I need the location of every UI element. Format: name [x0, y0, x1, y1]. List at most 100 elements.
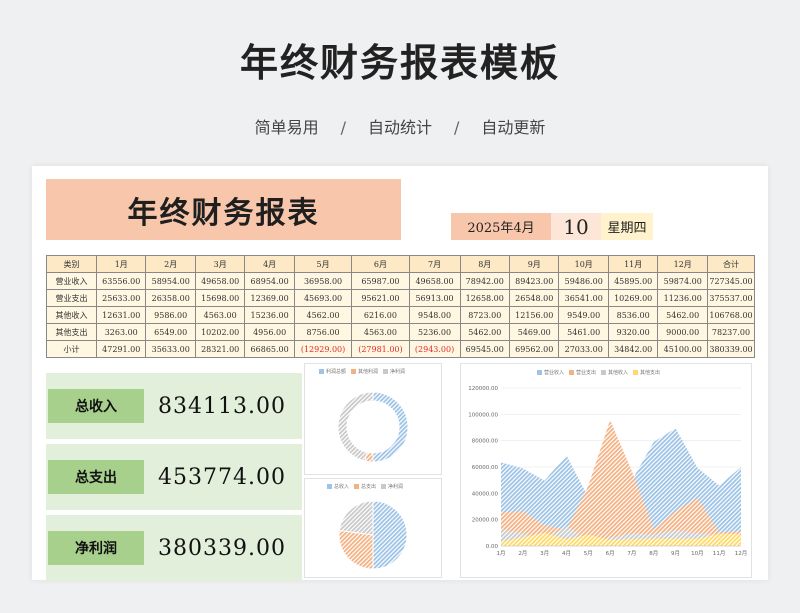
table-cell[interactable]: 9320.00 [607, 323, 659, 341]
table-cell[interactable]: 12369.00 [244, 289, 295, 307]
table-cell[interactable]: 727345.00 [707, 272, 755, 290]
table-header-cell: 10月 [558, 255, 609, 273]
table-cell[interactable]: 78942.00 [459, 272, 511, 290]
table-cell[interactable]: 380339.00 [707, 340, 755, 358]
date-day-cell[interactable]: 10 [551, 213, 601, 240]
table-cell[interactable]: 4563.00 [194, 306, 246, 324]
table-cell[interactable]: 375537.00 [707, 289, 755, 307]
slice-0 [372, 500, 408, 570]
table-cell[interactable]: 5461.00 [558, 323, 609, 341]
stat-total-expense: 总支出 453774.00 [46, 444, 302, 510]
table-cell[interactable]: 69562.00 [508, 340, 560, 358]
table-cell[interactable]: 36958.00 [293, 272, 353, 290]
table-header-cell: 12月 [657, 255, 708, 273]
table-cell[interactable]: 56913.00 [408, 289, 461, 307]
finance-table: 类别 1月 2月 3月 4月 5月 6月 7月 8月 9月 10月 11月 12月 合计 营业收入 6355… [46, 255, 755, 358]
table-cell[interactable]: 45100.00 [657, 340, 708, 358]
table-cell[interactable]: 28321.00 [194, 340, 246, 358]
table-cell[interactable]: 59486.00 [558, 272, 609, 290]
table-cell[interactable]: 49658.00 [408, 272, 461, 290]
table-cell[interactable]: 45895.00 [607, 272, 659, 290]
table-cell[interactable]: 35633.00 [145, 340, 196, 358]
table-cell[interactable]: (12929.00) [293, 340, 353, 358]
slice-0 [372, 391, 409, 463]
table-cell[interactable]: 66865.00 [244, 340, 295, 358]
table-header-row: 类别 1月 2月 3月 4月 5月 6月 7月 8月 9月 10月 11月 12月 合计 [46, 255, 755, 273]
table-cell[interactable]: 58954.00 [145, 272, 196, 290]
table-cell[interactable]: 8536.00 [607, 306, 659, 324]
table-cell[interactable]: 12658.00 [459, 289, 511, 307]
table-cell[interactable]: 6549.00 [145, 323, 196, 341]
spreadsheet-preview: 年终财务报表 2025年4月 10 星期四 类别 1月 2月 3月 4月 5月 6月 7月 8月… [32, 166, 768, 581]
table-cell[interactable]: 26548.00 [508, 289, 560, 307]
table-cell[interactable]: 106768.00 [707, 306, 755, 324]
legend-item: 总支出 [354, 483, 376, 490]
table-cell[interactable]: 89423.00 [508, 272, 560, 290]
table-cell[interactable]: 6216.00 [351, 306, 410, 324]
subtitle-item-1: 简单易用 [254, 118, 319, 137]
table-row: 其他支出 3263.00 6549.00 10202.00 4956.00 8756.00… [46, 323, 755, 341]
table-cell[interactable]: 10269.00 [607, 289, 659, 307]
table-cell[interactable]: 8723.00 [459, 306, 511, 324]
table-header-cell: 5月 [293, 255, 353, 273]
table-cell[interactable]: 3263.00 [95, 323, 147, 341]
slice-1 [338, 529, 374, 570]
table-cell[interactable]: 9000.00 [657, 323, 708, 341]
table-cell[interactable]: 59874.00 [657, 272, 708, 290]
x-tick-label: 2月 [518, 550, 527, 557]
table-cell[interactable]: 9586.00 [145, 306, 196, 324]
table-cell[interactable]: 68954.00 [244, 272, 295, 290]
row-label-cell[interactable]: 营业收入 [46, 272, 97, 290]
table-cell[interactable]: 36541.00 [558, 289, 609, 307]
table-cell[interactable]: 95621.00 [351, 289, 410, 307]
table-cell[interactable]: 4563.00 [351, 323, 410, 341]
table-cell[interactable]: 15698.00 [194, 289, 246, 307]
table-cell[interactable]: 11236.00 [657, 289, 708, 307]
legend-item: 利润总额 [319, 368, 346, 375]
row-label-cell[interactable]: 其他支出 [46, 323, 97, 341]
table-cell[interactable]: 45693.00 [293, 289, 353, 307]
stat-label: 总收入 [48, 389, 144, 423]
legend-item: 营业支出 [569, 369, 596, 376]
report-title: 年终财务报表 [46, 179, 401, 240]
table-cell[interactable]: 5469.00 [508, 323, 560, 341]
table-header-cell: 7月 [408, 255, 461, 273]
date-year-month-cell[interactable]: 2025年4月 [451, 213, 551, 240]
table-cell[interactable]: 12156.00 [508, 306, 560, 324]
table-cell[interactable]: 63556.00 [95, 272, 147, 290]
table-cell[interactable]: 27033.00 [558, 340, 609, 358]
table-cell[interactable]: 34842.00 [607, 340, 659, 358]
table-header-cell: 1月 [95, 255, 147, 273]
table-cell[interactable]: 5462.00 [459, 323, 511, 341]
table-cell[interactable]: 5236.00 [408, 323, 461, 341]
weekday-cell: 星期四 [601, 213, 653, 240]
pie-chart [338, 500, 408, 570]
x-tick-label: 1月 [497, 550, 506, 557]
table-cell[interactable]: 26358.00 [145, 289, 196, 307]
table-cell[interactable]: 65987.00 [351, 272, 410, 290]
table-cell[interactable]: 15236.00 [244, 306, 295, 324]
page-title: 年终财务报表模板 [239, 41, 560, 85]
table-cell[interactable]: 12631.00 [95, 306, 147, 324]
row-label-cell[interactable]: 小计 [46, 340, 97, 358]
table-header-cell: 4月 [244, 255, 295, 273]
table-cell[interactable]: 69545.00 [459, 340, 511, 358]
table-cell[interactable]: (2943.00) [408, 340, 461, 358]
table-cell[interactable]: 4956.00 [244, 323, 295, 341]
table-cell[interactable]: 5462.00 [657, 306, 708, 324]
slice-2 [338, 500, 374, 536]
table-cell[interactable]: 47291.00 [95, 340, 147, 358]
table-cell[interactable]: 25633.00 [95, 289, 147, 307]
row-label-cell[interactable]: 营业支出 [46, 289, 97, 307]
table-cell[interactable]: 49658.00 [194, 272, 246, 290]
legend-item: 净利润 [383, 368, 405, 375]
table-cell[interactable]: 8756.00 [293, 323, 353, 341]
table-cell[interactable]: 9549.00 [558, 306, 609, 324]
table-header-cell: 3月 [194, 255, 246, 273]
table-cell[interactable]: 10202.00 [194, 323, 246, 341]
row-label-cell[interactable]: 其他收入 [46, 306, 97, 324]
table-cell[interactable]: (27981.00) [351, 340, 410, 358]
table-cell[interactable]: 9548.00 [408, 306, 461, 324]
table-cell[interactable]: 4562.00 [293, 306, 353, 324]
table-cell[interactable]: 78237.00 [707, 323, 755, 341]
